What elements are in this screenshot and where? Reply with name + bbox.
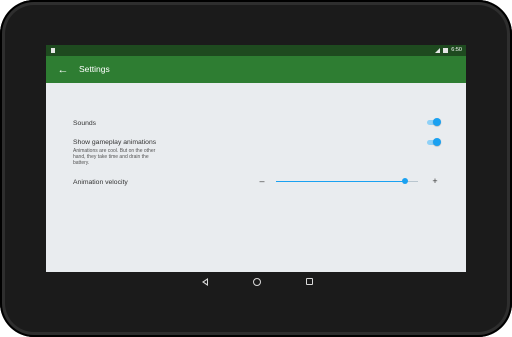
- navigation-bar: [46, 272, 466, 292]
- home-circle-icon[interactable]: [253, 278, 261, 286]
- gameplay-animations-toggle[interactable]: [427, 137, 441, 147]
- app-bar: ← Settings: [46, 56, 466, 83]
- page-title: Settings: [79, 64, 110, 74]
- velocity-decrease-button[interactable]: –: [258, 176, 266, 186]
- screen: 6:50 ← Settings Sounds Show gameplay ani…: [46, 45, 466, 272]
- sounds-toggle[interactable]: [427, 117, 441, 127]
- battery-icon: [443, 48, 449, 53]
- notification-icon: [51, 48, 55, 53]
- gameplay-animations-summary: Animations are cool. But on the other ha…: [73, 148, 156, 167]
- sounds-title: Sounds: [73, 120, 97, 127]
- velocity-slider[interactable]: [276, 177, 418, 185]
- toggle-thumb: [433, 118, 441, 126]
- back-triangle-icon[interactable]: [202, 278, 208, 286]
- settings-list: Sounds Show gameplay animations Animatio…: [46, 83, 466, 272]
- gameplay-animations-title: Show gameplay animations: [73, 139, 157, 146]
- arrow-back-icon[interactable]: ←: [55, 62, 71, 78]
- status-icons: 6:50: [435, 45, 462, 56]
- animation-velocity-title: Animation velocity: [73, 179, 128, 186]
- toggle-thumb: [433, 138, 441, 146]
- recents-square-icon[interactable]: [306, 278, 313, 285]
- status-time: 6:50: [451, 47, 462, 53]
- status-bar: 6:50: [46, 45, 466, 56]
- velocity-increase-button[interactable]: +: [431, 176, 439, 186]
- signal-icon: [435, 48, 441, 53]
- slider-knob[interactable]: [402, 178, 409, 184]
- slider-fill: [276, 180, 406, 182]
